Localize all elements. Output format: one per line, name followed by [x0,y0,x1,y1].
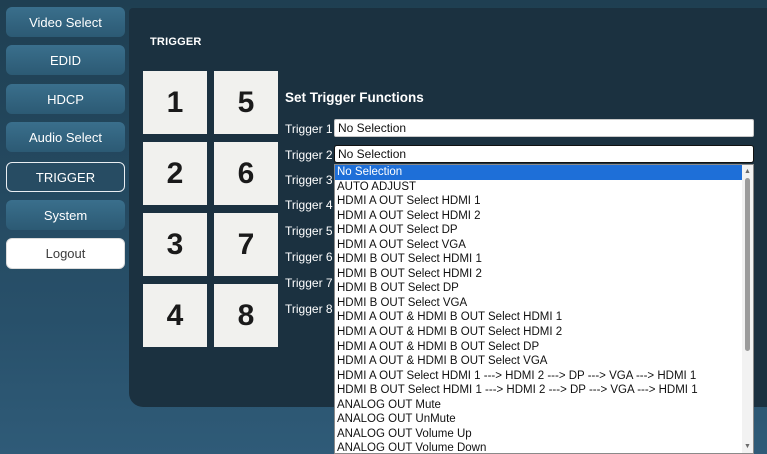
trigger-4-label: Trigger 4 [285,198,333,212]
dropdown-option[interactable]: AUTO ADJUST [335,180,753,195]
trigger-tile-2[interactable]: 2 [143,142,207,205]
trigger-tile-7[interactable]: 7 [214,213,278,276]
dropdown-option[interactable]: HDMI B OUT Select HDMI 1 [335,252,753,267]
dropdown-scrollbar[interactable]: ▲ ▼ [742,165,753,453]
trigger-3-label: Trigger 3 [285,173,333,187]
dropdown-option[interactable]: HDMI A OUT & HDMI B OUT Select DP [335,340,753,355]
trigger-2-dropdown-list[interactable]: No Selection AUTO ADJUST HDMI A OUT Sele… [334,164,754,454]
scrollbar-thumb[interactable] [745,178,750,351]
trigger-1-label: Trigger 1 [285,122,333,136]
trigger-tile-6[interactable]: 6 [214,142,278,205]
dropdown-option[interactable]: HDMI A OUT & HDMI B OUT Select VGA [335,354,753,369]
logout-button[interactable]: Logout [6,238,125,269]
trigger-tile-4[interactable]: 4 [143,284,207,347]
trigger-2-select[interactable]: No Selection [334,145,754,163]
dropdown-option[interactable]: HDMI B OUT Select HDMI 1 ---> HDMI 2 ---… [335,383,753,398]
trigger-tile-3[interactable]: 3 [143,213,207,276]
nav-video-select[interactable]: Video Select [6,7,125,37]
trigger-7-label: Trigger 7 [285,276,333,290]
dropdown-option[interactable]: ANALOG OUT Volume Down [335,441,753,453]
dropdown-option[interactable]: HDMI A OUT Select VGA [335,238,753,253]
trigger-8-label: Trigger 8 [285,302,333,316]
trigger-tile-5[interactable]: 5 [214,71,278,134]
trigger-tile-8[interactable]: 8 [214,284,278,347]
nav-trigger[interactable]: TRIGGER [6,162,125,192]
dropdown-option[interactable]: ANALOG OUT Mute [335,398,753,413]
dropdown-option[interactable]: ANALOG OUT UnMute [335,412,753,427]
dropdown-option[interactable]: HDMI A OUT Select HDMI 1 ---> HDMI 2 ---… [335,369,753,384]
trigger-5-label: Trigger 5 [285,224,333,238]
dropdown-option[interactable]: HDMI B OUT Select DP [335,281,753,296]
trigger-6-label: Trigger 6 [285,250,333,264]
dropdown-option[interactable]: HDMI A OUT Select HDMI 1 [335,194,753,209]
nav-edid[interactable]: EDID [6,45,125,75]
nav-hdcp[interactable]: HDCP [6,84,125,114]
nav-system[interactable]: System [6,200,125,230]
section-title: TRIGGER [150,36,202,48]
trigger-1-select[interactable]: No Selection [334,119,754,137]
dropdown-option[interactable]: No Selection [335,165,753,180]
dropdown-option[interactable]: HDMI A OUT Select DP [335,223,753,238]
nav-audio-select[interactable]: Audio Select [6,122,125,152]
dropdown-option[interactable]: HDMI A OUT Select HDMI 2 [335,209,753,224]
dropdown-option[interactable]: HDMI A OUT & HDMI B OUT Select HDMI 1 [335,310,753,325]
dropdown-option[interactable]: HDMI B OUT Select VGA [335,296,753,311]
scroll-up-arrow-icon[interactable]: ▲ [742,166,753,177]
trigger-2-label: Trigger 2 [285,148,333,162]
dropdown-option[interactable]: HDMI A OUT & HDMI B OUT Select HDMI 2 [335,325,753,340]
dropdown-option[interactable]: ANALOG OUT Volume Up [335,427,753,442]
trigger-tile-1[interactable]: 1 [143,71,207,134]
dropdown-option[interactable]: HDMI B OUT Select HDMI 2 [335,267,753,282]
scroll-down-arrow-icon[interactable]: ▼ [742,441,753,452]
set-trigger-functions-heading: Set Trigger Functions [285,90,424,105]
sidebar: Video Select EDID HDCP Audio Select TRIG… [0,0,128,454]
